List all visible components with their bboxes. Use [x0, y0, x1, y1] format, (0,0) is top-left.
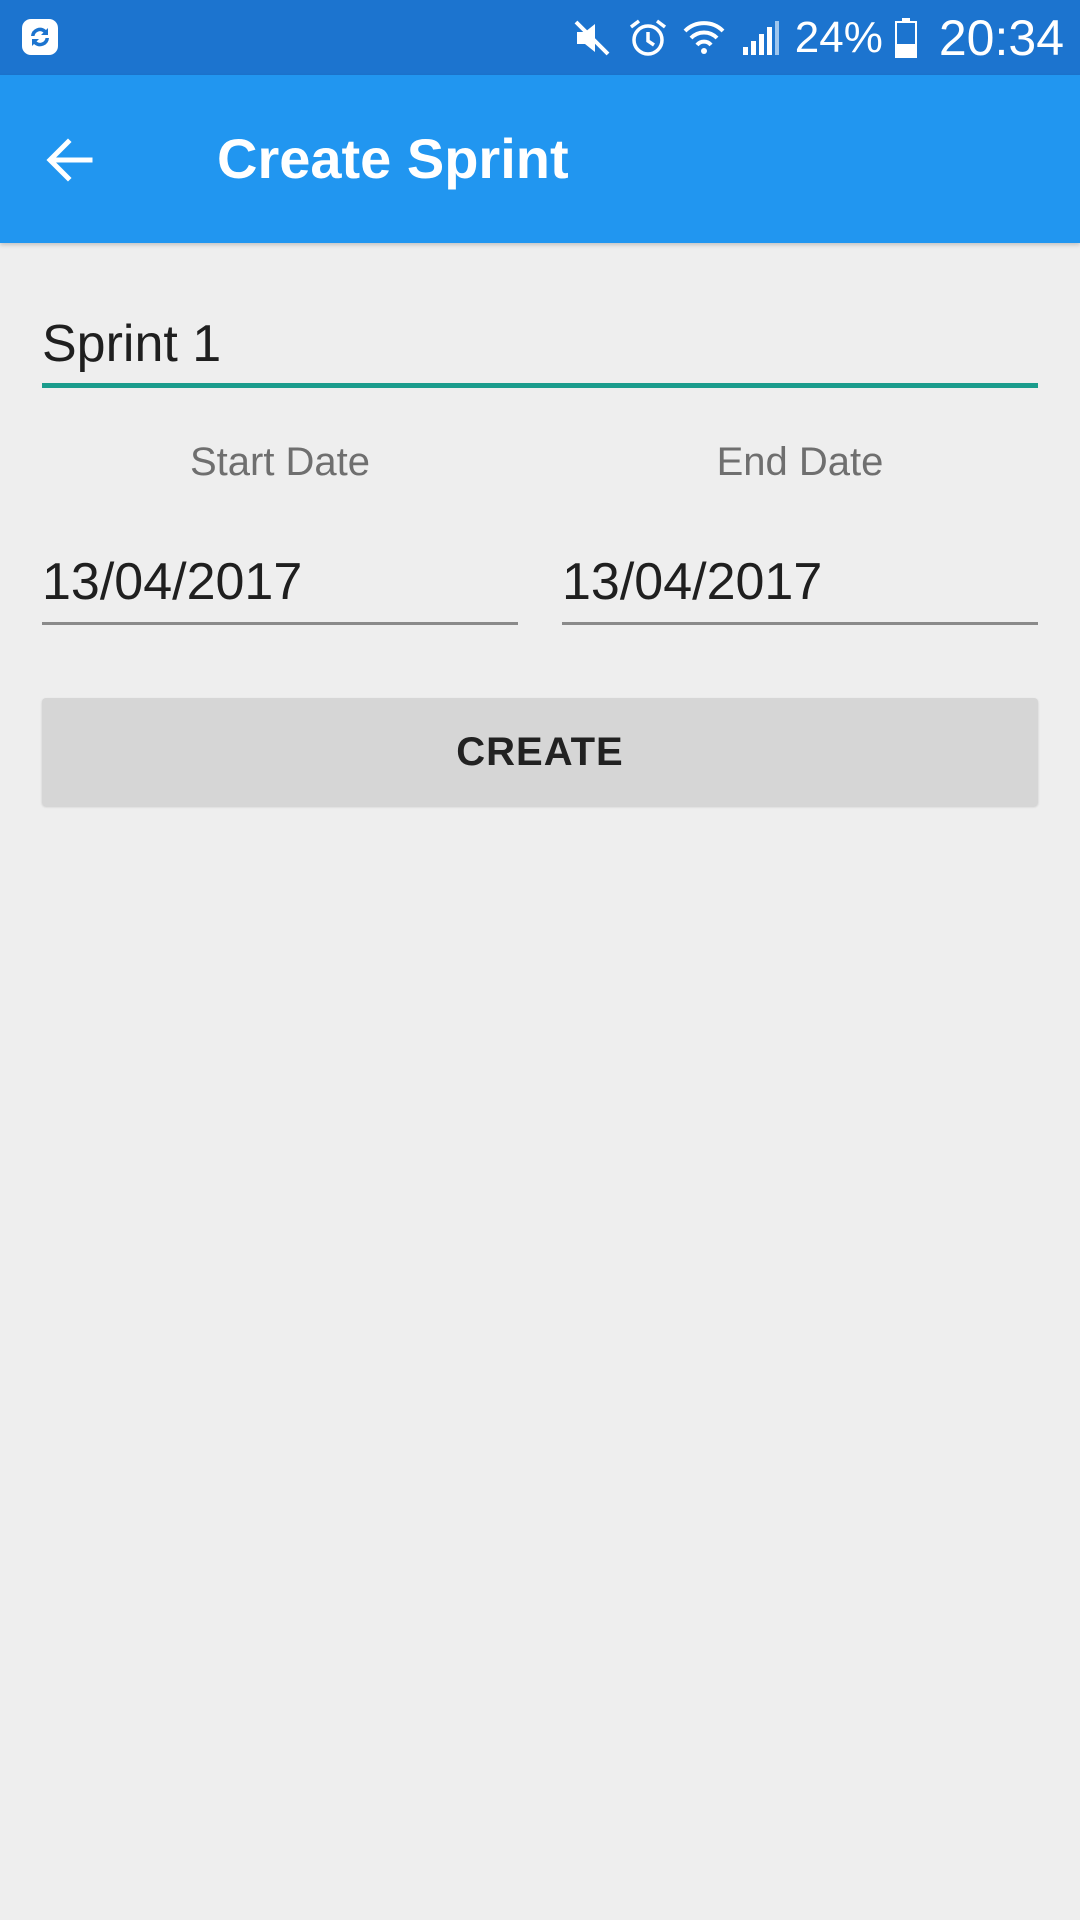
battery-percent: 24% [794, 12, 883, 62]
clock: 20:34 [938, 9, 1064, 66]
start-date-label: Start Date [189, 440, 371, 484]
app-bar: Create Sprint [0, 75, 1080, 243]
back-arrow-icon[interactable] [40, 130, 100, 190]
sprint-name-value: Sprint 1 [42, 315, 222, 373]
end-date-input[interactable]: 13/04/2017 [562, 540, 1038, 625]
sprint-name-input[interactable]: Sprint 1 [42, 300, 1038, 388]
create-button[interactable]: CREATE [42, 698, 1038, 806]
mute-icon [574, 20, 610, 55]
battery-icon [894, 17, 917, 58]
start-date-value: 13/04/2017 [42, 553, 303, 611]
end-date-label: End Date [716, 440, 884, 484]
sync-icon [22, 19, 58, 55]
end-date-value: 13/04/2017 [562, 553, 823, 611]
signal-icon [742, 20, 779, 55]
status-bar: 24% 20:34 [0, 0, 1080, 75]
start-date-input[interactable]: 13/04/2017 [42, 540, 518, 625]
alarm-icon [629, 19, 666, 56]
wifi-icon [683, 20, 725, 54]
page-title: Create Sprint [217, 127, 569, 190]
